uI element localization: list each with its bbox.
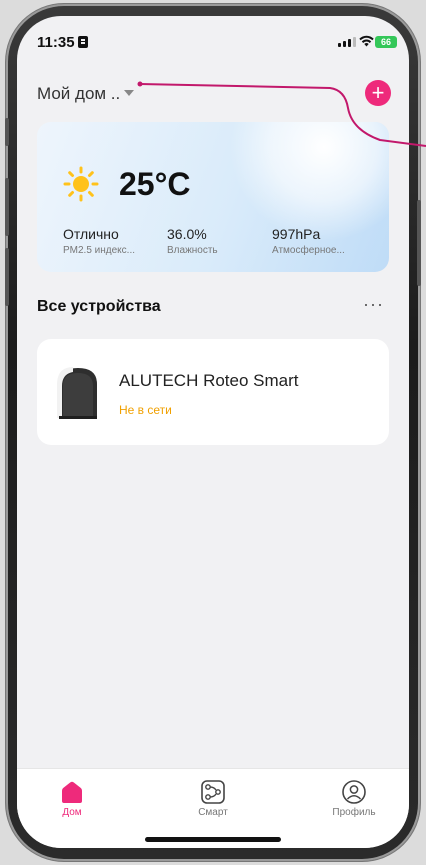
device-image [57,367,97,419]
sim-icon [77,36,88,48]
home-icon [62,781,82,803]
weather-card[interactable]: 25°C Отлично PM2.5 индекс... 36.0% Влажн… [37,122,389,272]
stat-value: 36.0% [167,226,207,242]
tab-smart[interactable]: Смарт [178,779,248,818]
home-selector[interactable]: Мой дом .. [37,84,135,104]
caret-down-icon [124,90,135,96]
profile-icon [342,780,366,804]
tab-label: Смарт [198,807,228,818]
device-name: ALUTECH Roteo Smart [119,371,299,390]
stat-label: PM2.5 индекс... [63,245,136,256]
stat-label: Атмосферное... [272,245,345,256]
home-name: Мой дом .. [37,84,121,103]
section-title: Все устройства [37,298,161,315]
status-bar: 11:35 66 [17,16,409,60]
tab-label: Дом [62,807,82,818]
stat-value: 997hPa [272,226,321,242]
home-indicator [145,837,281,842]
plus-icon: + [371,80,385,105]
status-time: 11:35 [37,34,88,51]
volume-down-button [5,248,9,306]
volume-up-button [5,178,9,236]
tab-bar: Дом Смарт Профиль [17,768,409,848]
temperature: 25°C [119,166,191,202]
stat-pressure: 997hPa Атмосферное... [272,226,345,256]
device-status: Не в сети [119,403,172,417]
weather-glow [229,122,389,242]
sun-icon [63,166,99,202]
more-options-button[interactable]: ··· [363,294,384,315]
smart-icon [201,780,225,804]
mute-switch [5,118,9,146]
power-button [417,200,421,286]
battery-icon: 66 [375,36,397,48]
wifi-icon [359,34,374,50]
tab-profile[interactable]: Профиль [319,779,389,818]
stat-label: Влажность [167,245,218,256]
signal-icon [338,37,356,47]
stat-air-quality: Отлично PM2.5 индекс... [63,226,135,256]
device-card[interactable]: ALUTECH Roteo Smart Не в сети [37,339,389,445]
add-device-button[interactable]: + [365,80,391,106]
tab-label: Профиль [332,807,376,818]
stat-humidity: 36.0% Влажность [167,226,218,256]
tab-home[interactable]: Дом [37,779,107,818]
stat-value: Отлично [63,226,119,242]
app-screen: 11:35 66 Мой дом .. + 25°C Отлично PM2.5… [17,16,409,848]
